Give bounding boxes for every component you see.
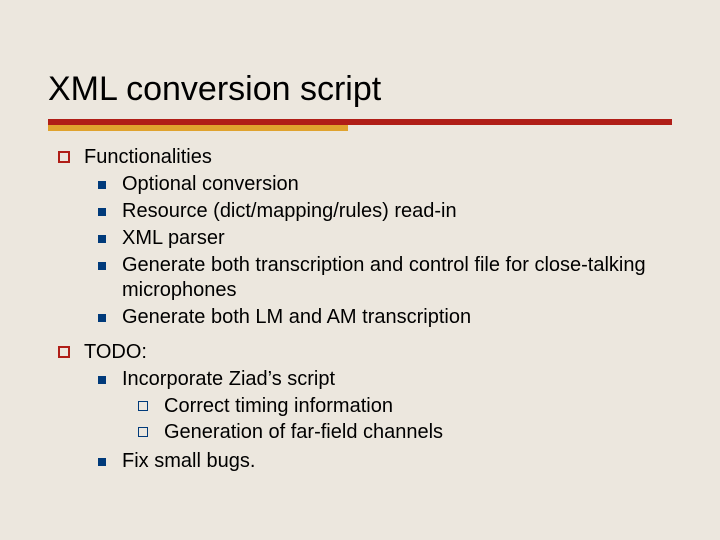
slide-content: Functionalities Optional conversion Reso… — [48, 145, 672, 480]
list-item: Generation of far-field channels — [122, 420, 672, 445]
list-item: Incorporate Ziad’s script Correct timing… — [84, 367, 672, 447]
slide: XML conversion script Functionalities Op… — [0, 0, 720, 540]
square-filled-bullet-icon — [98, 235, 106, 243]
section-functionalities: Functionalities Optional conversion Reso… — [48, 145, 672, 336]
outline-level-3: Correct timing information Generation of… — [122, 394, 672, 445]
square-open-small-bullet-icon — [138, 401, 148, 411]
square-filled-bullet-icon — [98, 208, 106, 216]
list-item: Correct timing information — [122, 394, 672, 419]
item-text: Generate both transcription and control … — [122, 253, 672, 303]
rule-orange — [48, 125, 348, 131]
item-text: Generate both LM and AM transcription — [122, 305, 672, 330]
square-filled-bullet-icon — [98, 314, 106, 322]
square-open-bullet-icon — [58, 151, 70, 163]
square-open-small-bullet-icon — [138, 427, 148, 437]
subitem-text: Generation of far-field channels — [164, 420, 443, 445]
list-item: Resource (dict/mapping/rules) read-in — [84, 199, 672, 224]
square-filled-bullet-icon — [98, 376, 106, 384]
section-label: TODO: — [84, 340, 672, 365]
square-filled-bullet-icon — [98, 262, 106, 270]
item-text: Fix small bugs. — [122, 449, 672, 474]
title-underline — [48, 119, 672, 131]
item-text: XML parser — [122, 226, 672, 251]
item-text: Optional conversion — [122, 172, 672, 197]
list-item: Generate both LM and AM transcription — [84, 305, 672, 330]
section-label: Functionalities — [84, 145, 672, 170]
list-item: XML parser — [84, 226, 672, 251]
list-item: Generate both transcription and control … — [84, 253, 672, 303]
list-item: Fix small bugs. — [84, 449, 672, 474]
subitem-text: Correct timing information — [164, 394, 393, 419]
item-text: Incorporate Ziad’s script — [122, 367, 672, 392]
slide-title: XML conversion script — [48, 70, 672, 109]
outline-level-1: Functionalities Optional conversion Reso… — [48, 145, 672, 480]
square-filled-bullet-icon — [98, 458, 106, 466]
outline-level-2: Optional conversion Resource (dict/mappi… — [84, 172, 672, 330]
outline-level-2: Incorporate Ziad’s script Correct timing… — [84, 367, 672, 474]
square-filled-bullet-icon — [98, 181, 106, 189]
list-item: Optional conversion — [84, 172, 672, 197]
section-todo: TODO: Incorporate Ziad’s script Correct … — [48, 340, 672, 480]
square-open-bullet-icon — [58, 346, 70, 358]
item-text: Resource (dict/mapping/rules) read-in — [122, 199, 672, 224]
